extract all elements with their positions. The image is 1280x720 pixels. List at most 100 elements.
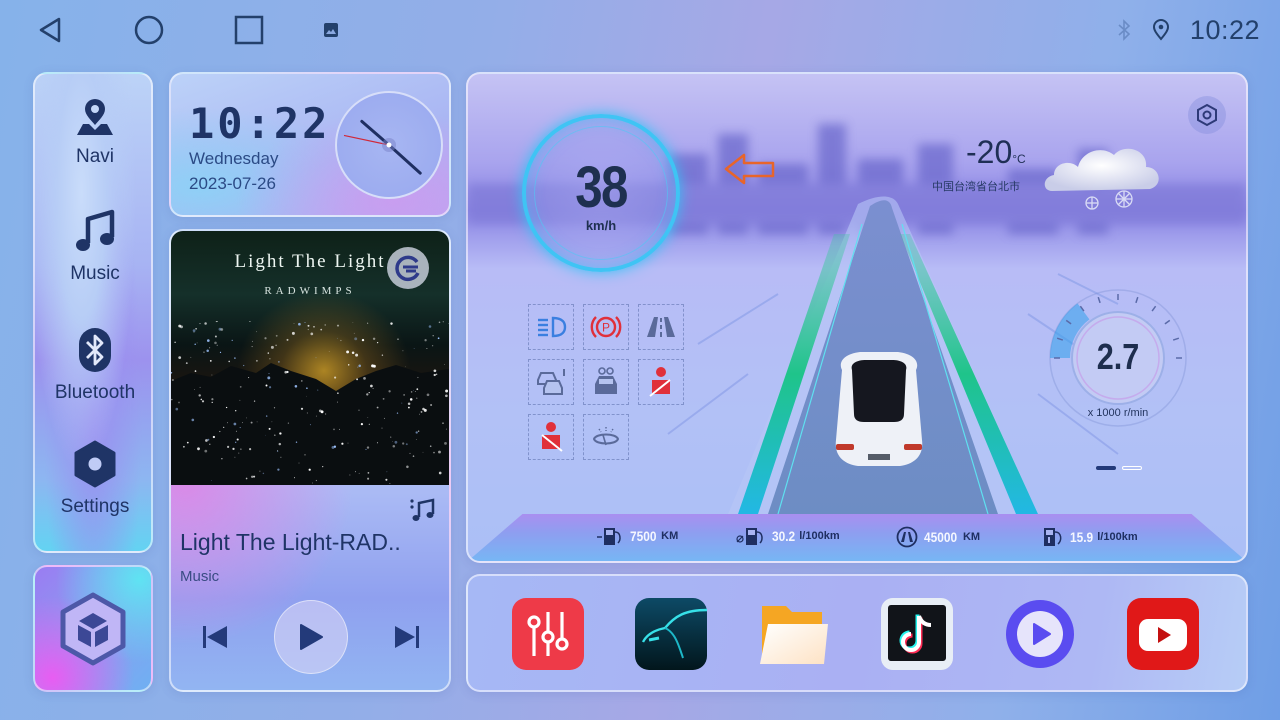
star	[320, 328, 323, 331]
star	[433, 369, 437, 373]
clock-widget[interactable]: 10:22 Wednesday 2023-07-26	[169, 72, 451, 217]
car-illustration	[835, 352, 923, 466]
star	[186, 441, 189, 444]
recents-button[interactable]	[231, 12, 267, 48]
star	[422, 451, 424, 453]
back-button[interactable]	[32, 12, 68, 48]
equalizer-app[interactable]	[512, 598, 584, 670]
star	[336, 401, 338, 403]
star	[409, 398, 413, 401]
play-button[interactable]	[274, 600, 348, 674]
star	[414, 391, 416, 392]
star	[333, 428, 335, 431]
star	[221, 458, 223, 460]
star	[240, 448, 242, 450]
star	[253, 400, 256, 402]
star	[241, 422, 243, 424]
sidebar-item-bluetooth[interactable]: Bluetooth	[35, 326, 151, 404]
star	[416, 388, 419, 391]
navigation-pin-icon	[77, 99, 113, 135]
trip-value: 15.9	[1070, 529, 1094, 545]
star	[198, 394, 201, 397]
star	[209, 347, 211, 349]
folder-icon	[760, 606, 828, 664]
page-dot[interactable]	[1122, 466, 1142, 470]
cube-apps-icon	[60, 592, 126, 665]
star	[349, 474, 351, 476]
music-source-badge[interactable]	[387, 247, 429, 289]
next-track-button[interactable]	[393, 623, 421, 651]
trip-item-consumption: 15.9 l/100km	[1042, 526, 1138, 548]
star	[435, 373, 438, 376]
star	[195, 328, 197, 330]
star	[367, 417, 369, 418]
sidebar-item-settings[interactable]: Settings	[35, 440, 151, 518]
car-app[interactable]	[635, 598, 707, 670]
star	[256, 331, 258, 333]
star	[406, 465, 409, 469]
star	[422, 407, 425, 411]
tiktok-icon	[881, 598, 953, 670]
star	[259, 470, 261, 472]
star	[270, 345, 274, 349]
temperature-value: -20	[966, 134, 1013, 170]
home-button[interactable]	[131, 12, 167, 48]
music-note-icon	[76, 209, 115, 251]
star	[403, 394, 405, 396]
star	[209, 359, 212, 362]
car-alarm-icon	[595, 367, 617, 394]
warning-cell: P	[583, 304, 629, 350]
trip-unit: l/100km	[1097, 531, 1138, 543]
all-apps-tile[interactable]	[33, 565, 153, 692]
album-art[interactable]: Light The Light RADWIMPS	[171, 231, 449, 485]
star	[428, 325, 432, 328]
dashboard-settings-button[interactable]	[1188, 96, 1226, 134]
trip-item-odometer: 45000 KM	[896, 526, 980, 548]
star	[214, 341, 217, 345]
star	[298, 462, 300, 464]
page-dot-active[interactable]	[1096, 466, 1116, 470]
star	[185, 362, 188, 364]
star	[340, 339, 342, 342]
tiktok-app[interactable]	[881, 598, 953, 670]
star	[265, 415, 268, 417]
trip-item-range: 7500 KM	[596, 526, 678, 546]
star	[315, 357, 317, 359]
star	[309, 424, 311, 426]
previous-track-button[interactable]	[201, 623, 229, 651]
star	[407, 402, 411, 406]
star	[394, 440, 398, 444]
tachometer-tick	[1151, 305, 1157, 312]
star	[201, 400, 205, 403]
star	[265, 434, 266, 436]
star	[279, 432, 282, 435]
star	[352, 321, 354, 323]
parking-brake-icon: P	[590, 316, 622, 338]
star	[225, 406, 228, 409]
star	[358, 409, 360, 411]
weather-location: 中国台湾省台北市	[932, 181, 1020, 193]
star	[300, 407, 304, 410]
back-triangle-icon	[39, 17, 61, 43]
star	[366, 393, 369, 396]
files-app[interactable]	[758, 598, 830, 670]
star	[363, 377, 366, 380]
car-app-icon	[635, 598, 707, 670]
vehicle-dashboard: 38 km/h -20°C 中国台湾省台北市 P 2.7 x 1000 r/mi…	[466, 72, 1248, 563]
sidebar-item-navi[interactable]: Navi	[35, 96, 151, 168]
star	[255, 359, 258, 362]
seatbelt-passenger-icon	[649, 367, 671, 397]
video-player-icon	[1006, 600, 1074, 668]
star	[448, 322, 449, 324]
sidebar: Navi Music Bluetooth Settings	[33, 72, 153, 553]
sidebar-item-music[interactable]: Music	[35, 209, 151, 285]
star	[243, 364, 245, 367]
youtube-app[interactable]	[1127, 598, 1199, 670]
star	[365, 448, 367, 450]
star	[336, 337, 338, 339]
bluetooth-icon	[79, 328, 111, 372]
video-player-app[interactable]	[1004, 598, 1076, 670]
screenshot-button[interactable]	[313, 12, 349, 48]
skip-previous-icon	[203, 626, 227, 648]
trip-value: 7500	[630, 528, 657, 544]
